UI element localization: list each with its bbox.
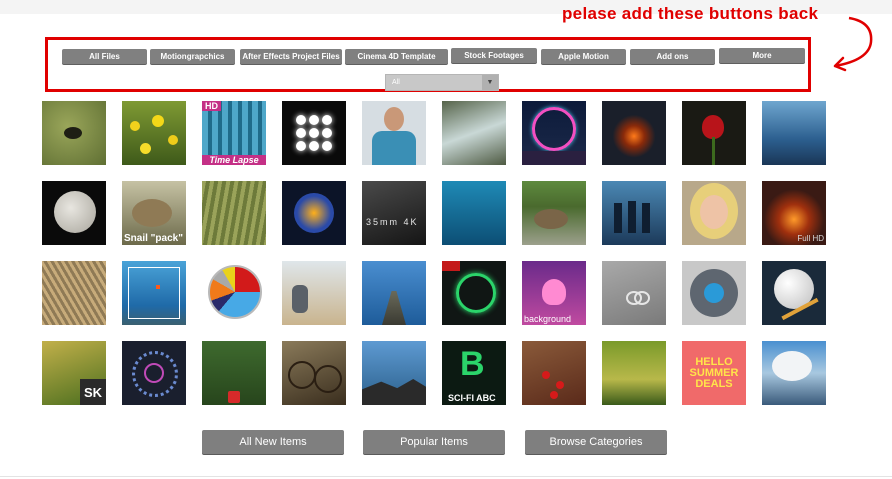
thumbnail-underwater[interactable] xyxy=(442,181,506,245)
thumbnail-flower-duotone[interactable]: background xyxy=(522,261,586,325)
thumbnail-grass[interactable] xyxy=(202,181,266,245)
filter-add-ons-button[interactable]: Add ons xyxy=(630,49,715,64)
thumbnail-red-rose[interactable] xyxy=(682,101,746,165)
tile-caption: 35mm 4K xyxy=(366,217,419,227)
thumbnail-dandelions[interactable] xyxy=(122,101,186,165)
tile-caption: Snail "pack" xyxy=(124,233,183,244)
thumbnail-blonde-woman[interactable] xyxy=(682,181,746,245)
thumbnail-burning-sphere[interactable] xyxy=(282,181,346,245)
thumbnail-waterfall[interactable] xyxy=(442,101,506,165)
filter-after-effects-button[interactable]: After Effects Project Files xyxy=(240,49,342,64)
filter-stock-footages-button[interactable]: Stock Footages xyxy=(451,48,537,63)
thumbnail-snail[interactable] xyxy=(522,181,586,245)
thumbnail-rings[interactable] xyxy=(602,261,666,325)
thumbnail-clouds-city[interactable] xyxy=(762,341,826,405)
sk-badge: SK xyxy=(80,379,106,405)
thumbnail-scifi-abc[interactable]: B SCI-FI ABC xyxy=(442,341,506,405)
thumbnail-campfire[interactable] xyxy=(602,101,666,165)
thumbnail-bicycles[interactable] xyxy=(282,341,346,405)
tile-caption: background xyxy=(524,314,572,324)
filter-more-button[interactable]: More xyxy=(719,48,805,63)
thumbnail-ladybugs[interactable] xyxy=(522,341,586,405)
thumbnail-wheat-field[interactable] xyxy=(42,261,106,325)
thumbnail-fireplace[interactable]: Full HD xyxy=(762,181,826,245)
scifi-letter: B xyxy=(460,345,485,383)
thumbnail-summer-deals[interactable]: HELLO SUMMER DEALS xyxy=(682,341,746,405)
thumbnail-man-sitting-beach[interactable] xyxy=(282,261,346,325)
tile-caption: SCI-FI ABC xyxy=(448,393,496,403)
category-select[interactable]: All ▼ xyxy=(385,74,499,91)
filter-motiongraphics-button[interactable]: Motiongrapchics xyxy=(150,49,235,64)
thumbnail-pier-person[interactable] xyxy=(362,261,426,325)
annotation-note: pelase add these buttons back xyxy=(562,4,819,23)
popular-items-button[interactable]: Popular Items xyxy=(363,430,505,454)
all-new-items-button[interactable]: All New Items xyxy=(202,430,344,454)
thumbnail-snail-pack[interactable]: Snail "pack" xyxy=(122,181,186,245)
thumbnail-green-tech[interactable] xyxy=(442,261,506,325)
thumbnail-circle-hud[interactable] xyxy=(122,341,186,405)
hd-badge: HD xyxy=(202,101,221,111)
thumbnail-plant-pot[interactable] xyxy=(202,341,266,405)
thumbnail-forest-lake[interactable] xyxy=(602,341,666,405)
browse-categories-button[interactable]: Browse Categories xyxy=(525,430,667,454)
thumbnail-man-portrait[interactable] xyxy=(362,101,426,165)
thumbnail-skydiver[interactable] xyxy=(122,261,186,325)
thumbnail-light-dots[interactable] xyxy=(282,101,346,165)
thumbnail-pie-chart[interactable] xyxy=(202,261,266,325)
thumbnail-silhouettes[interactable] xyxy=(602,181,666,245)
thumbnail-rocks-sea[interactable] xyxy=(362,341,426,405)
filter-apple-motion-button[interactable]: Apple Motion xyxy=(541,49,626,64)
footer-divider xyxy=(0,476,892,477)
thumbnail-golf-ball[interactable] xyxy=(762,261,826,325)
thumbnail-logo-reveal[interactable] xyxy=(682,261,746,325)
annotation-arrow-icon xyxy=(833,16,873,72)
thumbnail-ferris-wheel[interactable] xyxy=(522,101,586,165)
filter-cinema-4d-button[interactable]: Cinema 4D Template xyxy=(345,49,448,64)
thumbnail-grass-stalks[interactable]: SK xyxy=(42,341,106,405)
filter-all-files-button[interactable]: All Files xyxy=(62,49,147,64)
tile-caption: Time Lapse xyxy=(202,155,266,165)
thumbnail-sea-shore[interactable] xyxy=(762,101,826,165)
category-select-value: All xyxy=(392,79,400,86)
chevron-down-icon[interactable]: ▼ xyxy=(482,75,498,90)
tile-caption: Full HD xyxy=(797,234,824,243)
thumbnail-time-lapse[interactable]: HD Time Lapse xyxy=(202,101,266,165)
tile-caption: HELLO SUMMER DEALS xyxy=(689,356,739,390)
thumbnail-keyboard-35mm[interactable]: 35mm 4K xyxy=(362,181,426,245)
thumbnail-moon[interactable] xyxy=(42,181,106,245)
thumbnail-golf-hole[interactable] xyxy=(42,101,106,165)
